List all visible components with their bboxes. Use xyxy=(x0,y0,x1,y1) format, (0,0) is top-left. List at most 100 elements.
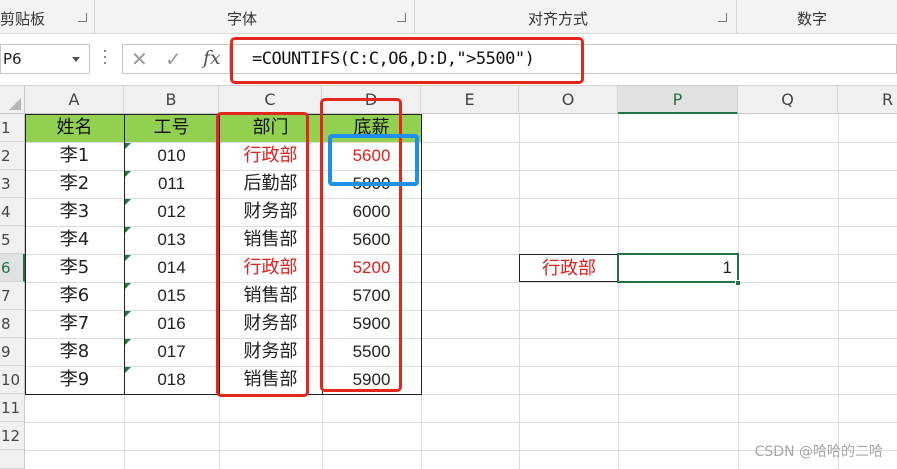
table-cell[interactable]: 李5 xyxy=(25,254,124,282)
text-number-indicator-icon[interactable] xyxy=(125,143,131,149)
name-box-value: P6 xyxy=(3,50,22,68)
table-cell[interactable]: 5500 xyxy=(322,338,421,366)
text-number-indicator-icon[interactable] xyxy=(125,339,131,345)
column-header-a[interactable]: A xyxy=(25,86,124,114)
ribbon-group-label: 字体 xyxy=(227,10,258,28)
table-cell[interactable]: 财务部 xyxy=(219,310,322,338)
table-cell[interactable]: 5900 xyxy=(322,310,421,338)
text-number-indicator-icon[interactable] xyxy=(125,283,131,289)
table-header-cell[interactable]: 底薪 xyxy=(322,114,421,142)
text-number-indicator-icon[interactable] xyxy=(125,199,131,205)
criteria-cell-o6[interactable]: 行政部 xyxy=(519,254,618,282)
text-number-indicator-icon[interactable] xyxy=(125,171,131,177)
table-cell[interactable]: 李7 xyxy=(25,310,124,338)
table-cell[interactable]: 行政部 xyxy=(219,142,322,170)
row-header[interactable]: 12 xyxy=(0,422,25,450)
table-cell[interactable]: 014 xyxy=(124,254,219,282)
ribbon-group-number: 数字 xyxy=(737,0,897,34)
column-header-b[interactable]: B xyxy=(124,86,219,114)
column-header-e[interactable]: E xyxy=(421,86,519,114)
table-cell[interactable]: 李1 xyxy=(25,142,124,170)
ribbon-group-font: 字体 xyxy=(95,0,415,34)
ribbon-group-bar: 剪贴板 字体 对齐方式 数字 xyxy=(0,0,897,34)
table-cell[interactable]: 017 xyxy=(124,338,219,366)
table-cell[interactable]: 后勤部 xyxy=(219,170,322,198)
table-cell[interactable]: 010 xyxy=(124,142,219,170)
worksheet-grid[interactable]: A B C D E O P Q R 1 2 3 4 5 6 7 8 9 10 1… xyxy=(0,86,897,469)
table-cell[interactable]: 016 xyxy=(124,310,219,338)
enter-icon[interactable]: ✓ xyxy=(165,47,182,71)
dialog-launcher-icon[interactable] xyxy=(78,13,87,22)
table-cell[interactable]: 5600 xyxy=(322,142,421,170)
ribbon-group-label: 剪贴板 xyxy=(0,10,46,28)
select-all-button[interactable] xyxy=(0,86,25,114)
active-cell-border xyxy=(617,253,739,283)
row-header[interactable] xyxy=(0,450,25,469)
column-header-q[interactable]: Q xyxy=(738,86,838,114)
table-cell[interactable]: 5900 xyxy=(322,366,421,394)
grip-icon[interactable] xyxy=(104,50,107,68)
ribbon-group-alignment: 对齐方式 xyxy=(415,0,737,34)
text-number-indicator-icon[interactable] xyxy=(125,311,131,317)
table-cell[interactable]: 李2 xyxy=(25,170,124,198)
table-cell[interactable]: 销售部 xyxy=(219,226,322,254)
ribbon-group-label: 对齐方式 xyxy=(528,10,589,28)
text-number-indicator-icon[interactable] xyxy=(125,227,131,233)
column-header-p[interactable]: P xyxy=(618,86,738,114)
row-header[interactable]: 8 xyxy=(0,310,25,338)
table-header-cell[interactable]: 姓名 xyxy=(25,114,124,142)
table-cell[interactable]: 5700 xyxy=(322,282,421,310)
table-cell[interactable]: 李6 xyxy=(25,282,124,310)
table-cell[interactable]: 018 xyxy=(124,366,219,394)
row-header[interactable]: 4 xyxy=(0,198,25,226)
column-header-d[interactable]: D xyxy=(322,86,421,114)
chevron-down-icon[interactable] xyxy=(72,57,80,62)
row-header[interactable]: 6 xyxy=(0,254,25,282)
table-cell[interactable]: 财务部 xyxy=(219,338,322,366)
table-header-cell[interactable]: 工号 xyxy=(124,114,219,142)
gridline xyxy=(421,114,422,469)
name-box[interactable]: P6 xyxy=(0,44,90,74)
table-header-cell[interactable]: 部门 xyxy=(219,114,322,142)
cancel-icon[interactable]: ✕ xyxy=(131,47,148,71)
insert-function-icon[interactable]: fx xyxy=(203,47,221,69)
dialog-launcher-icon[interactable] xyxy=(718,13,727,22)
row-header[interactable]: 10 xyxy=(0,366,25,394)
table-cell[interactable]: 李4 xyxy=(25,226,124,254)
gridline xyxy=(25,422,897,423)
column-header-r[interactable]: R xyxy=(838,86,897,114)
text-number-indicator-icon[interactable] xyxy=(125,255,131,261)
row-header[interactable]: 11 xyxy=(0,394,25,422)
row-header[interactable]: 3 xyxy=(0,170,25,198)
table-cell[interactable]: 015 xyxy=(124,282,219,310)
table-cell[interactable]: 012 xyxy=(124,198,219,226)
column-header-c[interactable]: C xyxy=(219,86,322,114)
watermark: CSDN @哈哈的二哈 xyxy=(754,444,883,460)
table-cell[interactable]: 013 xyxy=(124,226,219,254)
row-header[interactable]: 9 xyxy=(0,338,25,366)
table-cell[interactable]: 011 xyxy=(124,170,219,198)
table-cell[interactable]: 行政部 xyxy=(219,254,322,282)
table-cell[interactable]: 财务部 xyxy=(219,198,322,226)
column-header-o[interactable]: O xyxy=(519,86,618,114)
formula-text[interactable]: =COUNTIFS(C:C,O6,D:D,">5500") xyxy=(252,49,535,69)
gridline xyxy=(519,114,520,469)
table-cell[interactable]: 李8 xyxy=(25,338,124,366)
table-cell[interactable]: 6000 xyxy=(322,198,421,226)
text-number-indicator-icon[interactable] xyxy=(125,367,131,373)
row-header[interactable]: 5 xyxy=(0,226,25,254)
table-cell[interactable]: 5200 xyxy=(322,254,421,282)
table-cell[interactable]: 5600 xyxy=(322,226,421,254)
row-header[interactable]: 7 xyxy=(0,282,25,310)
formula-buttons: ✕ ✓ fx xyxy=(122,44,230,74)
row-header[interactable]: 2 xyxy=(0,142,25,170)
gridline xyxy=(618,114,619,469)
row-header[interactable]: 1 xyxy=(0,114,25,142)
table-cell[interactable]: 5800 xyxy=(322,170,421,198)
table-cell[interactable]: 销售部 xyxy=(219,366,322,394)
table-cell[interactable]: 销售部 xyxy=(219,282,322,310)
table-cell[interactable]: 李9 xyxy=(25,366,124,394)
table-cell[interactable]: 李3 xyxy=(25,198,124,226)
dialog-launcher-icon[interactable] xyxy=(397,13,406,22)
fill-handle[interactable] xyxy=(735,280,741,286)
